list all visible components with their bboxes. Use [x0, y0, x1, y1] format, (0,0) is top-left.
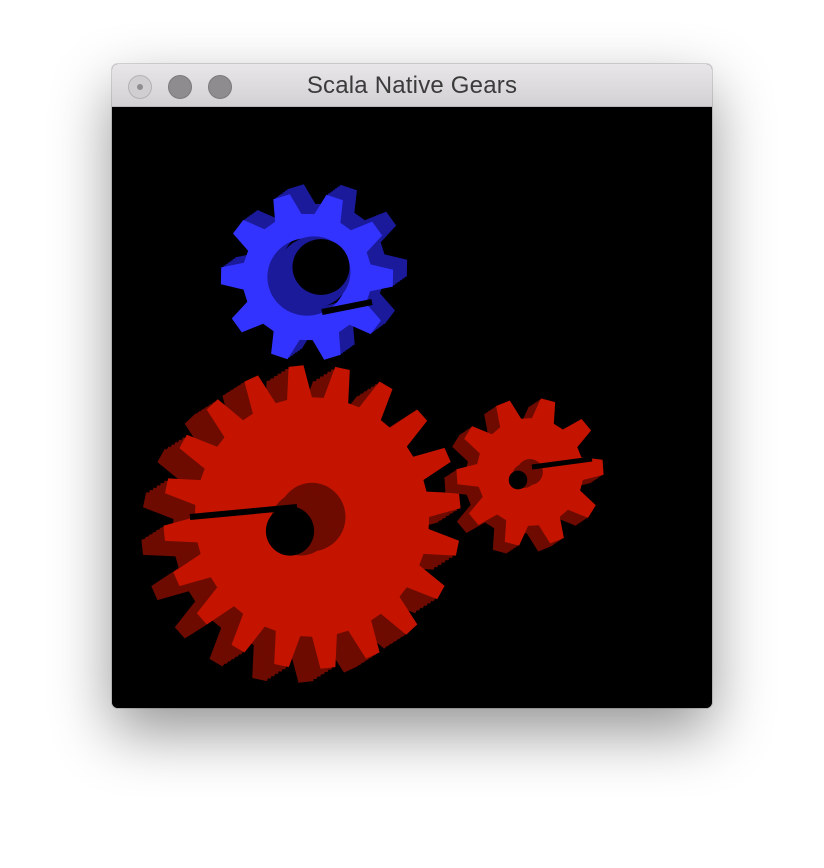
small-gear-hole: [508, 470, 528, 490]
blue-gear-hole: [292, 239, 350, 295]
large-gear: [141, 365, 461, 683]
blue-gear: [220, 184, 408, 360]
app-window: Scala Native Gears: [112, 64, 712, 708]
large-gear-hole: [265, 506, 315, 556]
gl-canvas[interactable]: [112, 107, 712, 708]
window-title: Scala Native Gears: [306, 72, 518, 99]
small-gear: [444, 398, 604, 554]
gears-scene: [141, 184, 604, 683]
title-bar[interactable]: Scala Native Gears: [112, 64, 712, 107]
